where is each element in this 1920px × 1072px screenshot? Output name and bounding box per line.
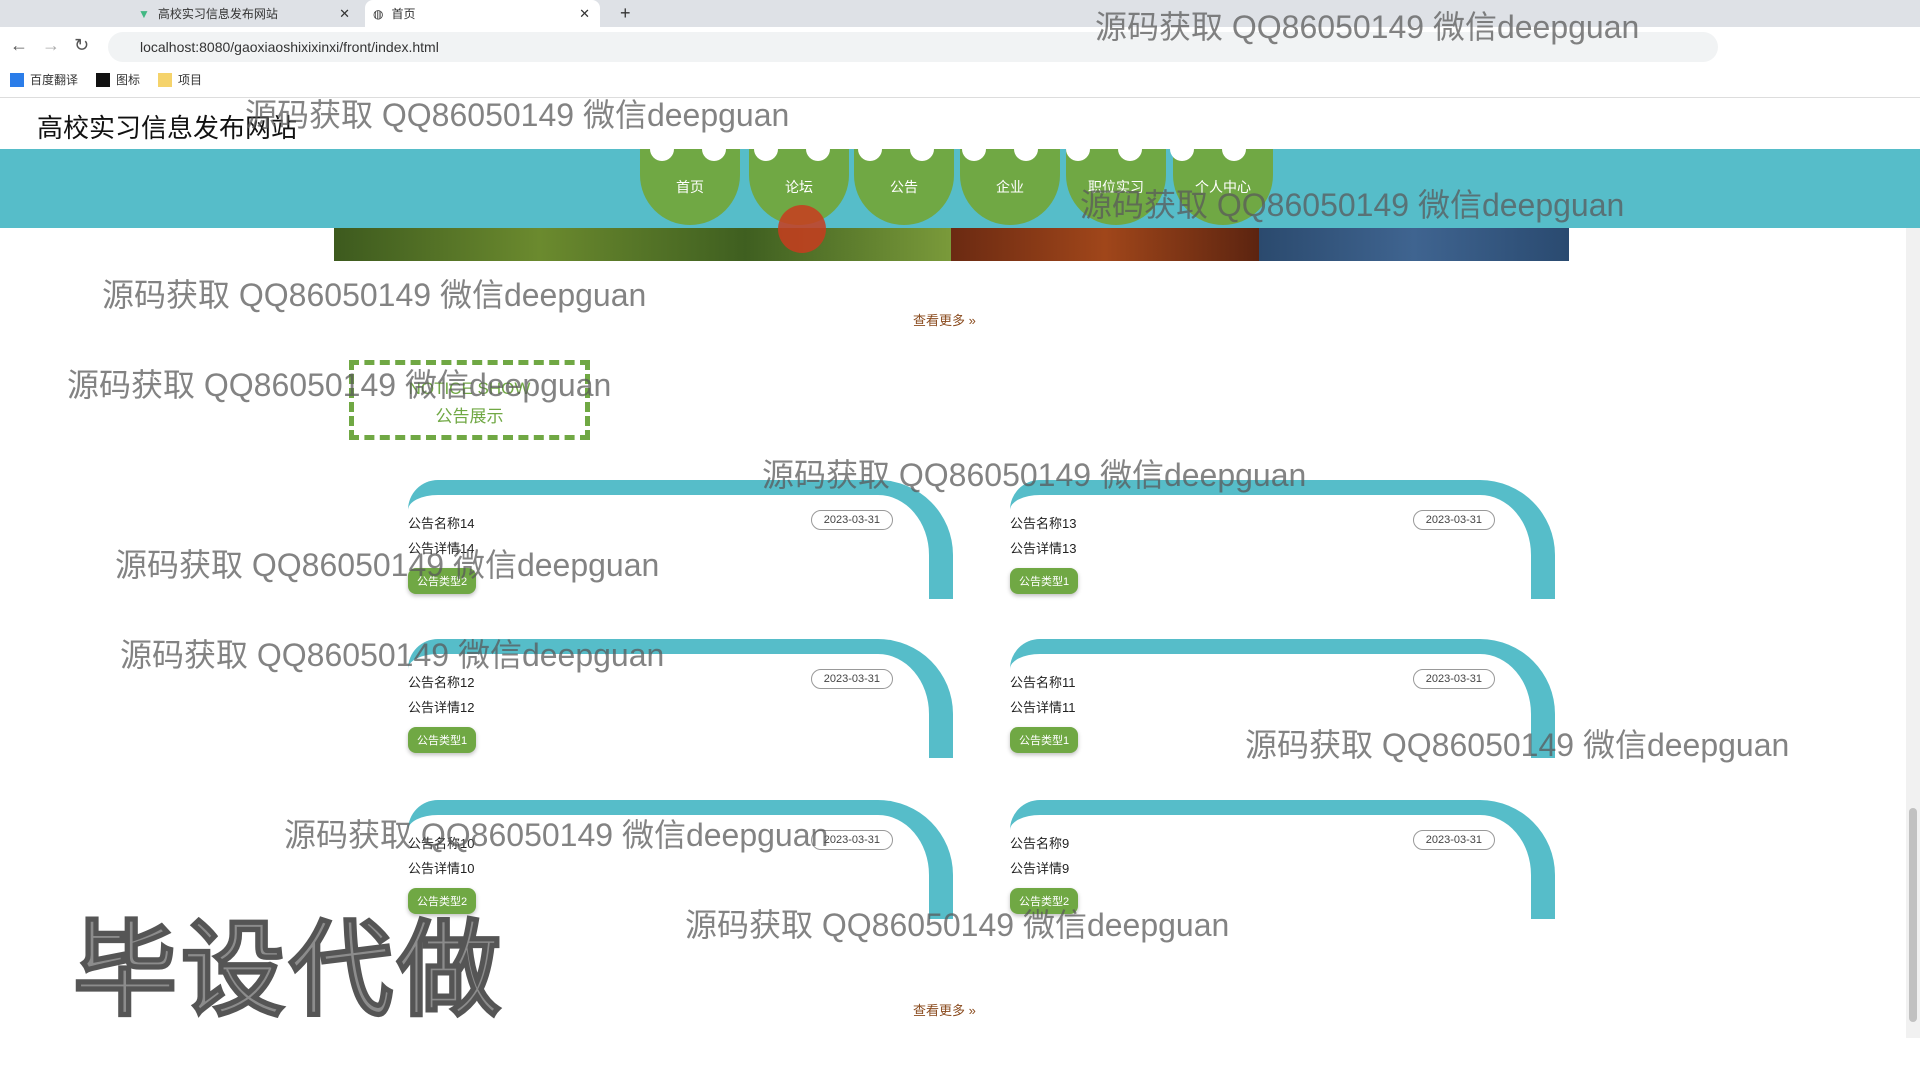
vue-icon: ▼ xyxy=(138,6,150,21)
card-arc-decoration xyxy=(1010,639,1555,758)
notice-card[interactable]: 公告名称11 公告详情11 2023-03-31 公告类型1 xyxy=(1010,639,1555,758)
notice-detail: 公告详情14 xyxy=(408,541,475,556)
notice-detail: 公告详情12 xyxy=(408,700,475,715)
notice-date: 2023-03-31 xyxy=(810,669,893,689)
card-arc-decoration xyxy=(408,480,953,599)
notice-name[interactable]: 公告名称13 xyxy=(1010,513,1076,532)
cursor-highlight xyxy=(778,205,826,253)
notice-date: 2023-03-31 xyxy=(810,830,893,850)
notice-date: 2023-03-31 xyxy=(810,510,893,530)
card-arc-decoration xyxy=(408,639,953,758)
notice-name[interactable]: 公告名称10 xyxy=(408,833,474,852)
divider xyxy=(0,97,1920,98)
tab-bar: ▼ 高校实习信息发布网站 ✕ ◍ 首页 ✕ + xyxy=(0,0,1920,27)
notice-card[interactable]: 公告名称13 公告详情13 2023-03-31 公告类型1 xyxy=(1010,480,1555,599)
banner-image xyxy=(334,228,951,261)
notice-type-badge: 公告类型2 xyxy=(408,568,477,594)
notice-name[interactable]: 公告名称12 xyxy=(408,672,474,691)
notice-type-badge: 公告类型2 xyxy=(1010,888,1079,914)
notice-date: 2023-03-31 xyxy=(1412,669,1495,689)
banner-carousel[interactable] xyxy=(334,228,1569,261)
section-title: NOTICE SHOW 公告展示 xyxy=(349,360,590,440)
notice-card[interactable]: 公告名称9 公告详情9 2023-03-31 公告类型2 xyxy=(1010,800,1555,919)
address-bar-row: ← → ↻ localhost:8080/gaoxiaoshixixinxi/f… xyxy=(0,27,1920,67)
notice-card[interactable]: 公告名称14 公告详情14 2023-03-31 公告类型2 xyxy=(408,480,953,599)
notice-type-badge: 公告类型1 xyxy=(1010,727,1079,753)
notice-detail: 公告详情11 xyxy=(1010,700,1076,715)
forward-icon[interactable]: → xyxy=(42,35,60,56)
reload-icon[interactable]: ↻ xyxy=(74,35,89,56)
notice-name[interactable]: 公告名称9 xyxy=(1010,833,1069,852)
notice-name[interactable]: 公告名称11 xyxy=(1010,672,1076,691)
url-input[interactable]: localhost:8080/gaoxiaoshixixinxi/front/i… xyxy=(108,32,1718,62)
notice-date: 2023-03-31 xyxy=(1412,510,1495,530)
site-title: 高校实习信息发布网站 xyxy=(37,113,298,143)
card-arc-decoration xyxy=(1010,800,1555,919)
bookmark-baidu-translate[interactable]: 百度翻译 xyxy=(10,71,78,88)
notice-detail: 公告详情9 xyxy=(1010,861,1070,876)
close-tab-icon[interactable]: ✕ xyxy=(339,6,350,22)
globe-icon: ◍ xyxy=(373,6,384,21)
card-arc-decoration xyxy=(1010,480,1555,599)
notice-detail: 公告详情10 xyxy=(408,861,475,876)
bookmark-icons[interactable]: 图标 xyxy=(96,71,140,88)
banner-image xyxy=(1259,228,1569,261)
notice-type-badge: 公告类型1 xyxy=(408,727,477,753)
banner-image xyxy=(951,228,1259,261)
tab-home[interactable]: ◍ 首页 ✕ xyxy=(365,0,600,27)
tab-site[interactable]: ▼ 高校实习信息发布网站 ✕ xyxy=(130,0,360,27)
view-more-link[interactable]: 查看更多 » xyxy=(913,1000,976,1019)
watermark: 源码获取 QQ86050149 微信deepguan xyxy=(102,277,647,313)
new-tab-button[interactable]: + xyxy=(612,0,631,27)
notice-type-badge: 公告类型1 xyxy=(1010,568,1079,594)
big-watermark: 毕设代做 xyxy=(72,912,506,1030)
notice-detail: 公告详情13 xyxy=(1010,541,1077,556)
notice-card[interactable]: 公告名称12 公告详情12 2023-03-31 公告类型1 xyxy=(408,639,953,758)
bookmarks-bar: 百度翻译 图标 项目 xyxy=(10,67,202,91)
back-icon[interactable]: ← xyxy=(10,35,28,56)
bookmark-project[interactable]: 项目 xyxy=(158,71,202,88)
notice-date: 2023-03-31 xyxy=(1412,830,1495,850)
close-tab-icon[interactable]: ✕ xyxy=(579,6,590,22)
view-more-link[interactable]: 查看更多 » xyxy=(913,310,976,329)
notice-name[interactable]: 公告名称14 xyxy=(408,513,474,532)
scrollbar-thumb[interactable] xyxy=(1909,808,1917,1022)
